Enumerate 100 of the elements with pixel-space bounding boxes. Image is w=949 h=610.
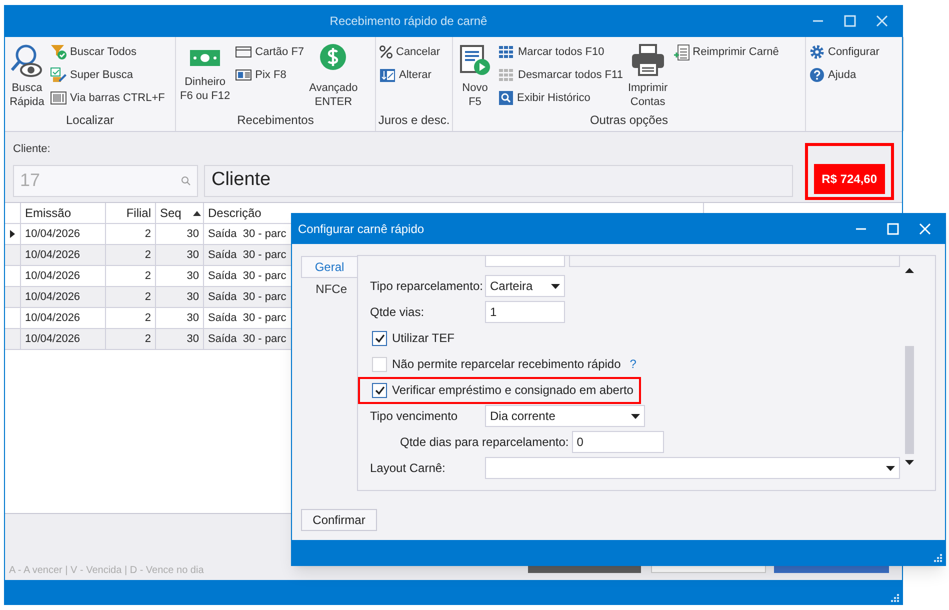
confirm-button[interactable]: Confirmar: [301, 509, 377, 531]
magnifier-eye-icon: [9, 43, 45, 79]
table-cell-text: 30: [186, 226, 199, 242]
table-cell-text: 2: [144, 310, 151, 326]
table-cell-text: 30: [186, 290, 199, 305]
ribbon-button[interactable]: Buscar Todos: [50, 43, 165, 61]
checkbox[interactable]: [372, 382, 387, 398]
field-label: Qtde vias:: [370, 304, 426, 321]
dialog-title: Configurar carnê rápido: [297, 221, 426, 238]
table-cell-text: Saída 30 - parc: [208, 248, 286, 263]
check-icon: [374, 386, 384, 394]
field-label: Cliente:: [13, 142, 50, 157]
ribbon-button[interactable]: Desmarcar todos F11: [498, 66, 623, 84]
help-icon: [809, 67, 825, 83]
table-cell-text: Saída 30 - parc: [208, 332, 286, 347]
table-cell-text: 2: [144, 226, 151, 242]
table-cell-text: 2: [144, 248, 151, 263]
field-label: Tipo reparcelamento:: [370, 278, 484, 295]
group-label: Localizar: [66, 112, 114, 129]
checkbox-label: Não permite reparcelar recebimento rápido: [392, 356, 621, 373]
input-field[interactable]: 1: [485, 301, 565, 323]
dropdown[interactable]: Carteira: [485, 275, 565, 297]
help-link[interactable]: ?: [630, 355, 636, 373]
tab[interactable]: Geral: [301, 256, 357, 278]
table-cell-text: 10/04/2026: [25, 226, 80, 242]
tab[interactable]: NFCe: [301, 278, 357, 300]
ribbon-button[interactable]: Exibir Histórico: [498, 89, 623, 107]
scroll-down-icon: [905, 460, 914, 465]
legend-text: A - A vencer | V - Vencida | D - Vence no dia: [9, 564, 204, 578]
table-cell-text: Saída 30 - parc: [208, 226, 286, 242]
checkbox-label: Utilizar TEF: [392, 330, 454, 347]
ribbon-button[interactable]: Pix F8: [235, 66, 304, 84]
field-label: Layout Carnê:: [370, 460, 446, 477]
input-field[interactable]: [485, 256, 565, 267]
table-cell-text: 10/04/2026: [25, 268, 80, 284]
input-field[interactable]: 0: [572, 431, 664, 453]
ribbon-button[interactable]: Cancelar: [379, 43, 440, 61]
funnel-icon: [50, 44, 67, 60]
table-cell-text: Saída 30 - parc: [208, 310, 286, 326]
field-label: Tipo vencimento: [370, 408, 459, 425]
printer-icon: [630, 43, 666, 79]
close-icon: [919, 223, 931, 235]
name-field[interactable]: Cliente: [204, 164, 793, 196]
ribbon-button[interactable]: Busca Rápida: [8, 43, 46, 109]
ribbon-button[interactable]: Via barras CTRL+F: [50, 89, 165, 107]
id-card-icon: [235, 68, 252, 82]
table-cell-text: 2: [144, 290, 151, 305]
table-cell-text: 30: [186, 332, 199, 347]
ribbon-button[interactable]: Reimprimir Carnê: [672, 43, 779, 61]
ribbon-button[interactable]: Cartão F7: [235, 43, 304, 61]
ribbon-button[interactable]: Imprimir Contas: [626, 43, 669, 109]
column-header[interactable]: Seq: [156, 203, 204, 223]
input-field[interactable]: [569, 256, 900, 267]
document-plus-icon: [672, 44, 690, 60]
field-label: Qtde dias para reparcelamento:: [399, 434, 570, 451]
scroll-thumb[interactable]: [905, 346, 914, 454]
barcode-icon: [50, 90, 67, 106]
table-cell-text: 30: [186, 310, 199, 326]
table-cell-text: 10/04/2026: [25, 290, 80, 305]
group-label: Juros e desc.: [378, 112, 450, 129]
grid-icon: [498, 68, 515, 82]
table-cell-text: 2: [144, 332, 151, 347]
maximize-icon: [887, 223, 899, 235]
checkbox-label: Verificar empréstimo e consignado em aberto: [392, 382, 634, 399]
table-cell-text: 30: [186, 268, 199, 284]
ribbon-button[interactable]: Alterar: [379, 66, 440, 84]
resize-grip-icon: [891, 594, 899, 602]
caret-icon: [886, 466, 895, 470]
search-icon: [498, 90, 514, 106]
ribbon-button[interactable]: Marcar todos F10: [498, 43, 623, 61]
dropdown[interactable]: [485, 457, 900, 479]
column-header[interactable]: Filial: [106, 203, 156, 223]
search-icon: [181, 176, 192, 186]
checkbox[interactable]: [372, 330, 387, 346]
dropdown[interactable]: Dia corrente: [485, 405, 645, 427]
ribbon-button[interactable]: Avançado ENTER: [308, 43, 359, 109]
window-title: Recebimento rápido de carnê: [328, 13, 488, 30]
group-label: Outras opções: [590, 112, 668, 129]
check-icon: [374, 334, 384, 342]
grid-icon: [498, 45, 515, 59]
table-cell-text: 30: [186, 248, 199, 263]
maximize-icon: [844, 15, 856, 27]
table-cell-text: 2: [144, 268, 151, 284]
card-icon: [235, 45, 252, 59]
scroll-up-icon: [905, 268, 914, 273]
column-header[interactable]: Emissão: [21, 203, 106, 223]
total-amount: R$ 724,60: [814, 164, 885, 194]
percent-box-icon: [379, 68, 396, 82]
ribbon-button[interactable]: Configurar: [809, 43, 880, 61]
ribbon-button[interactable]: Ajuda: [809, 66, 880, 84]
close-icon: [876, 15, 888, 27]
resize-grip-icon: [934, 554, 942, 562]
ribbon-button[interactable]: Novo F5: [456, 43, 494, 109]
ribbon-button[interactable]: Dinheiro F6 ou F12: [179, 43, 232, 103]
settings-icon: [809, 44, 825, 60]
table-cell-text: Saída 30 - parc: [208, 290, 286, 305]
table-cell-text: Saída 30 - parc: [208, 268, 286, 284]
ribbon-button[interactable]: Super Busca: [50, 66, 165, 84]
table-cell-text: 10/04/2026: [25, 248, 80, 263]
table-cell-text: 10/04/2026: [25, 332, 80, 347]
